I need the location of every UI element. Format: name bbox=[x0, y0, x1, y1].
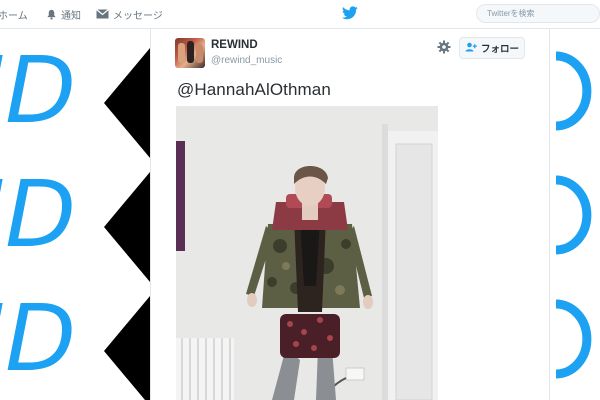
top-navigation-bar: ホーム 通知 メッセージ bbox=[0, 0, 600, 29]
nav-home[interactable]: ホーム bbox=[0, 7, 28, 22]
follow-button-label: フォロー bbox=[480, 44, 519, 55]
nav-messages[interactable]: メッセージ bbox=[96, 7, 163, 22]
tweet-card: REWIND @rewind_music フォロー @HannahAlOthma… bbox=[150, 28, 550, 400]
svg-text:ID: ID bbox=[0, 161, 76, 268]
gear-icon[interactable] bbox=[437, 40, 451, 54]
avatar[interactable] bbox=[175, 38, 205, 68]
rewind-logo-tile: ID bbox=[0, 37, 150, 158]
nav-notifications[interactable]: 通知 bbox=[46, 7, 81, 22]
svg-text:ID: ID bbox=[0, 285, 76, 392]
envelope-icon bbox=[96, 9, 109, 19]
add-user-icon bbox=[465, 42, 477, 55]
photo-illustration bbox=[176, 106, 438, 400]
author-screen-name[interactable]: @rewind_music bbox=[211, 55, 282, 66]
nav-notifications-label: 通知 bbox=[61, 10, 81, 22]
nav-home-label: ホーム bbox=[0, 10, 28, 22]
rewind-logo-arc bbox=[555, 51, 592, 379]
rewind-logo-tile: ID bbox=[0, 285, 150, 400]
svg-text:ID: ID bbox=[0, 37, 76, 144]
background-right-panel bbox=[550, 28, 600, 400]
tweet-text: @HannahAlOthman bbox=[177, 80, 331, 99]
background-left-panel: ID ID ID bbox=[0, 28, 150, 400]
nav-messages-label: メッセージ bbox=[113, 10, 163, 22]
author-display-name[interactable]: REWIND bbox=[211, 39, 258, 51]
follow-button[interactable]: フォロー bbox=[459, 37, 525, 59]
rewind-logo-tile: ID bbox=[0, 161, 150, 282]
search-input[interactable] bbox=[476, 4, 600, 23]
bell-icon bbox=[46, 9, 57, 20]
twitter-bird-icon[interactable] bbox=[342, 6, 358, 20]
tweet-photo[interactable] bbox=[176, 106, 438, 400]
